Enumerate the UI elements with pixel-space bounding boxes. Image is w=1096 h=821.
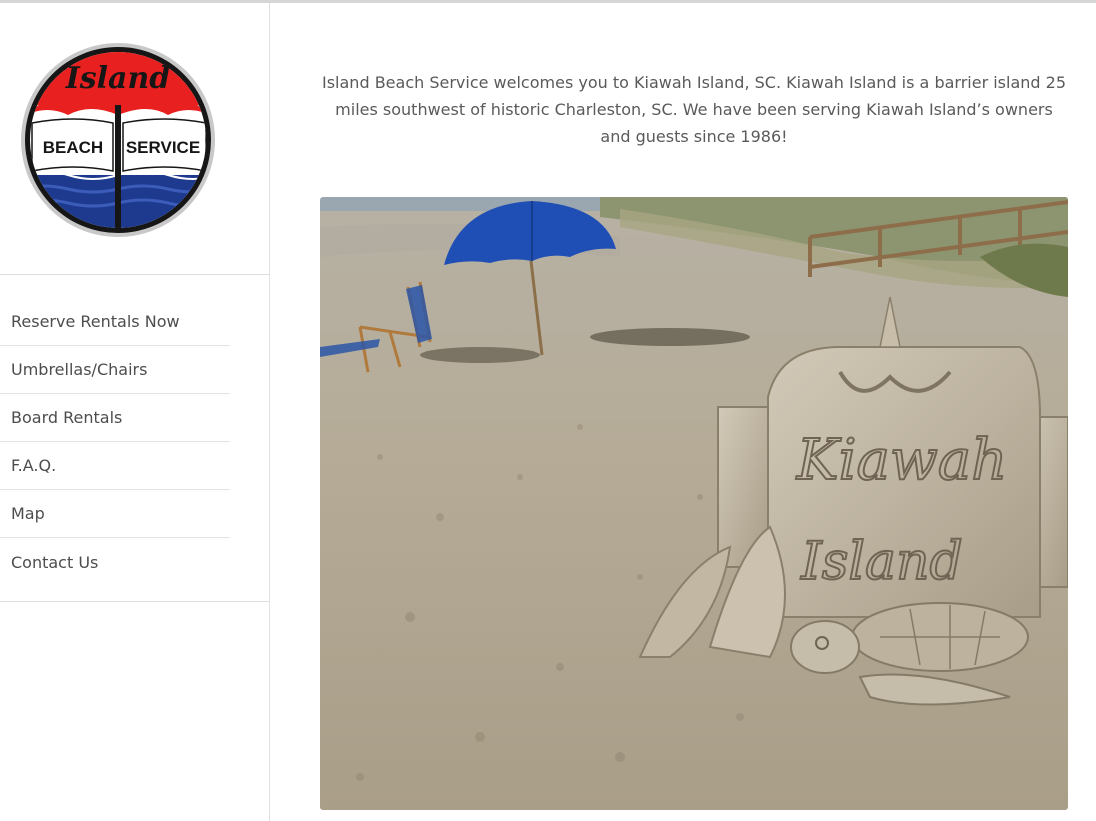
nav-item-label: Board Rentals <box>11 408 123 427</box>
beach-photo: Kiawah Island <box>320 197 1068 810</box>
logo-left-text: BEACH <box>43 138 103 157</box>
intro-text: Island Beach Service welcomes you to Kia… <box>322 73 1066 146</box>
sidebar-divider-top <box>0 274 269 275</box>
nav-item-board-rentals[interactable]: Board Rentals <box>0 394 230 442</box>
nav-item-reserve-rentals[interactable]: Reserve Rentals Now <box>0 298 230 346</box>
sidebar: Island BEACH SERVICE Reserve Rentals Now… <box>0 3 270 821</box>
logo-right-text: SERVICE <box>126 138 200 157</box>
island-beach-service-logo-icon: Island BEACH SERVICE <box>21 43 215 237</box>
site-logo[interactable]: Island BEACH SERVICE <box>18 43 218 239</box>
sculpture-text-line2: Island <box>800 532 963 592</box>
nav-item-label: Map <box>11 504 45 523</box>
nav-item-umbrellas-chairs[interactable]: Umbrellas/Chairs <box>0 346 230 394</box>
main-navigation: Reserve Rentals Now Umbrellas/Chairs Boa… <box>0 298 230 586</box>
nav-item-contact-us[interactable]: Contact Us <box>0 538 230 586</box>
sculpture-text-line1: Kiawah <box>796 428 1008 493</box>
nav-item-label: Contact Us <box>11 552 99 572</box>
nav-item-label: Reserve Rentals Now <box>11 312 180 331</box>
nav-item-map[interactable]: Map <box>0 490 230 538</box>
logo-script-text: Island <box>65 61 171 96</box>
nav-item-faq[interactable]: F.A.Q. <box>0 442 230 490</box>
sidebar-divider-bottom <box>0 601 269 602</box>
nav-item-label: Umbrellas/Chairs <box>11 360 148 379</box>
beach-sand-sculpture-image: Kiawah Island <box>320 197 1068 810</box>
nav-item-label: F.A.Q. <box>11 456 57 475</box>
main-content: Island Beach Service welcomes you to Kia… <box>271 3 1096 821</box>
